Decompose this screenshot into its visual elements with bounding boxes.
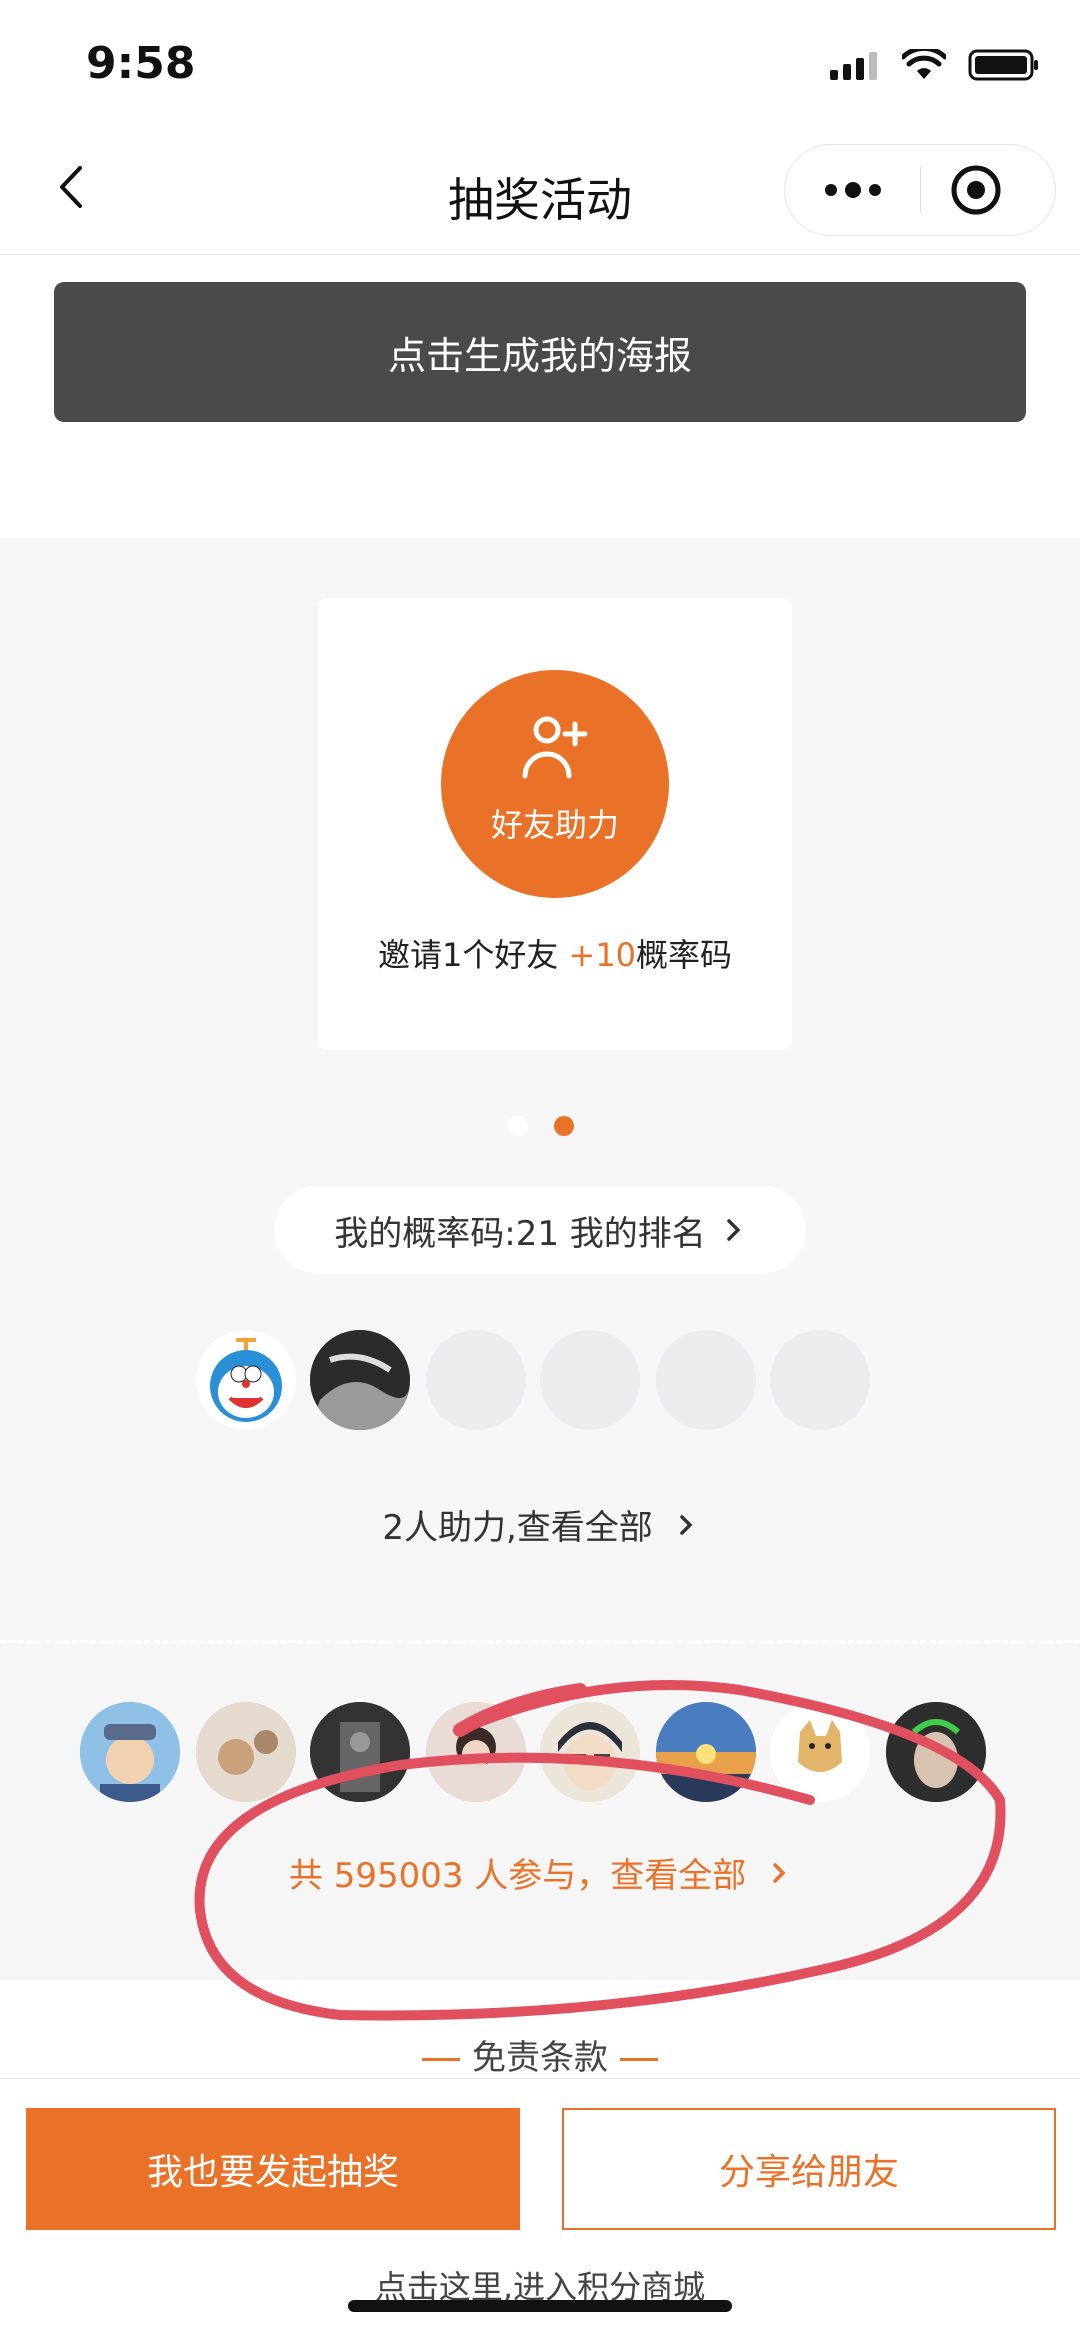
helper-avatar-2[interactable] bbox=[310, 1330, 410, 1430]
signal-icon bbox=[830, 52, 877, 80]
participant-avatar-1[interactable] bbox=[80, 1702, 180, 1802]
helper-slot-empty-4 bbox=[540, 1330, 640, 1430]
helper-slot-empty-6 bbox=[770, 1330, 870, 1430]
invite-prefix: 邀请1个好友 bbox=[377, 936, 569, 974]
status-time: 9:58 bbox=[86, 38, 196, 89]
wifi-icon bbox=[902, 49, 946, 79]
doraemon-avatar bbox=[210, 1338, 282, 1422]
helper-avatar-1[interactable] bbox=[196, 1330, 296, 1430]
invite-rule-text: 邀请1个好友 +10概率码 bbox=[318, 930, 792, 976]
nav-bar: 抽奖活动 bbox=[0, 120, 1080, 255]
helpers-link-label: 2人助力,查看全部 bbox=[382, 1508, 653, 1548]
capsule-divider bbox=[920, 167, 921, 213]
friend-help-button[interactable]: 好友助力 bbox=[441, 670, 669, 898]
bottom-bar-divider bbox=[0, 2078, 1080, 2079]
carousel-dot-2-active[interactable] bbox=[554, 1116, 574, 1136]
home-indicator[interactable] bbox=[348, 2300, 732, 2312]
disclaimer-right-line bbox=[620, 2058, 658, 2061]
add-friend-icon bbox=[522, 716, 588, 779]
record-icon[interactable] bbox=[949, 163, 1003, 217]
helper-slot-empty-5 bbox=[656, 1330, 756, 1430]
share-to-friend-button[interactable]: 分享给朋友 bbox=[562, 2108, 1056, 2230]
disclaimer-left-line bbox=[422, 2058, 460, 2061]
battery-icon bbox=[968, 49, 1038, 81]
carousel-dot-1[interactable] bbox=[508, 1116, 528, 1136]
friend-help-label: 好友助力 bbox=[490, 806, 619, 844]
red-annotation-circle bbox=[194, 1680, 1006, 2021]
helper-slot-empty-3 bbox=[426, 1330, 526, 1430]
view-all-helpers-link[interactable]: 2人助力,查看全部 bbox=[0, 1500, 1080, 1549]
more-icon[interactable] bbox=[823, 175, 883, 205]
status-icons bbox=[828, 48, 1040, 82]
mini-program-capsule bbox=[784, 144, 1056, 236]
cartoon-avatar bbox=[80, 1702, 180, 1802]
chevron-right-icon bbox=[679, 1515, 693, 1535]
generate-poster-button[interactable]: 点击生成我的海报 bbox=[54, 282, 1026, 422]
rank-pill-label: 我的概率码:21 我的排名 bbox=[334, 1213, 706, 1254]
start-lottery-button[interactable]: 我也要发起抽奖 bbox=[26, 2108, 520, 2230]
section-divider bbox=[0, 1640, 1080, 1643]
chevron-right-icon bbox=[727, 1219, 741, 1241]
dark-photo-avatar bbox=[310, 1330, 410, 1430]
disclaimer-link[interactable]: 免责条款 bbox=[0, 2030, 1080, 2079]
my-rank-pill[interactable]: 我的概率码:21 我的排名 bbox=[274, 1186, 806, 1274]
invite-bonus: +10 bbox=[568, 936, 637, 974]
help-card: 好友助力 邀请1个好友 +10概率码 bbox=[318, 598, 792, 1050]
invite-suffix: 概率码 bbox=[636, 936, 733, 974]
disclaimer-label: 免责条款 bbox=[472, 2038, 608, 2078]
